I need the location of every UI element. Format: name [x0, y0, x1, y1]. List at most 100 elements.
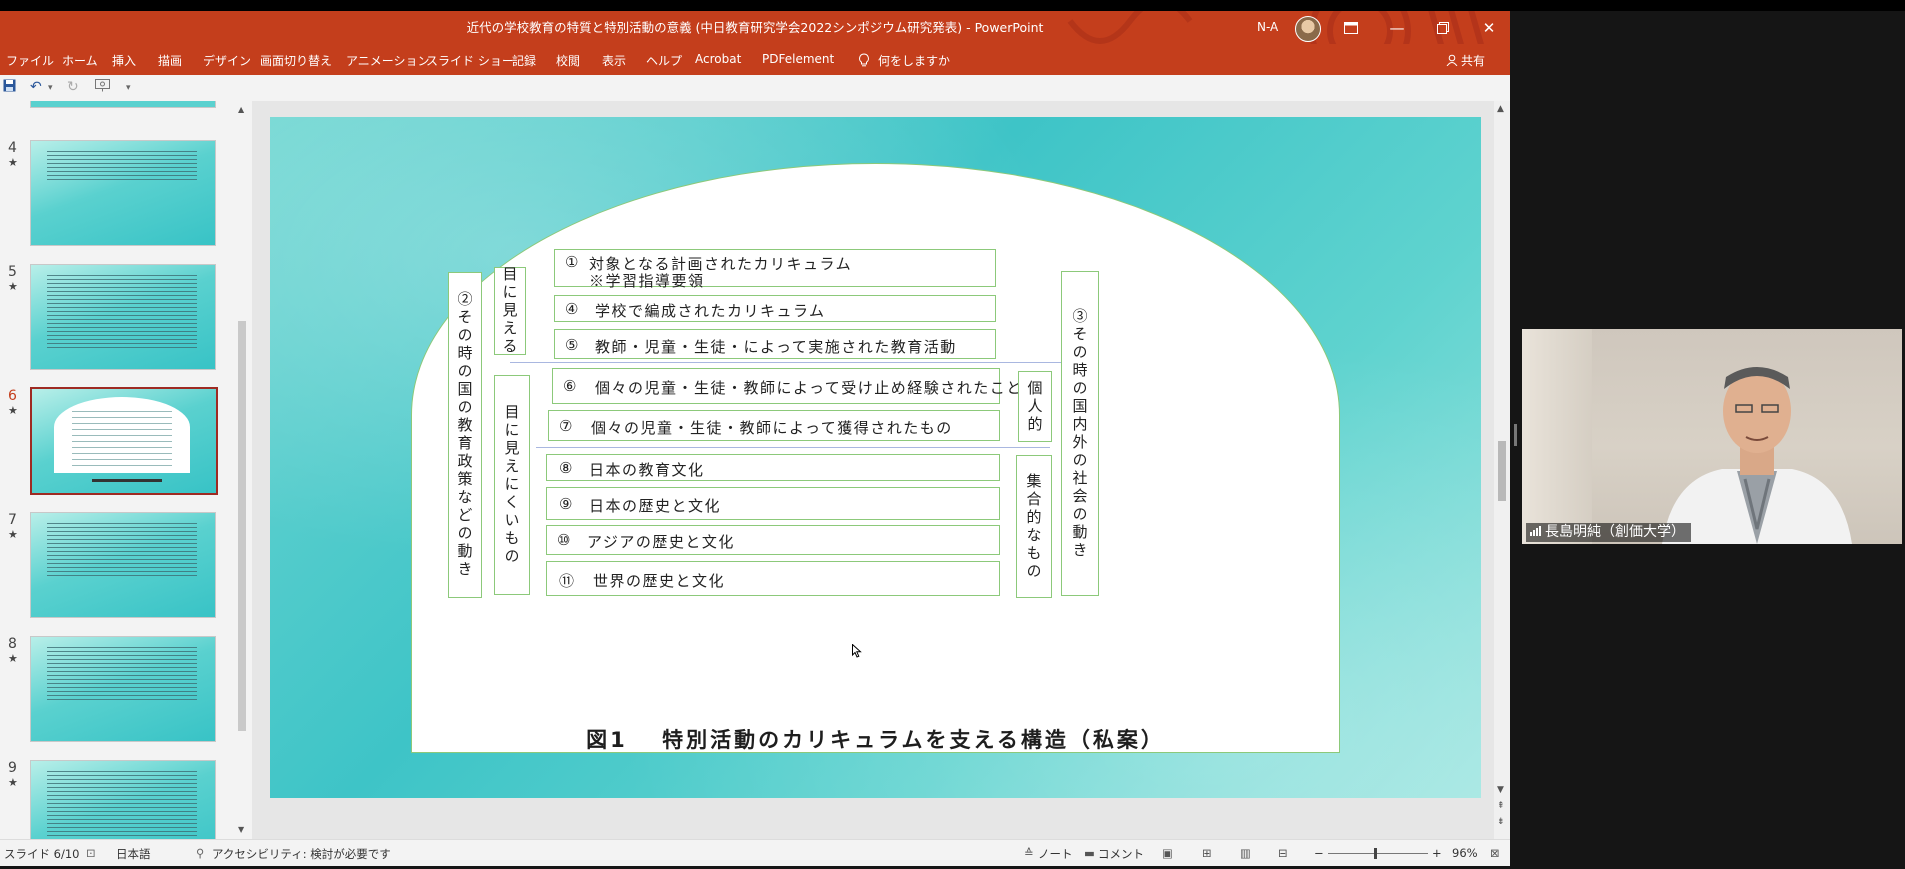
language-indicator[interactable]: 日本語	[116, 846, 151, 862]
customize-toolbar-icon[interactable]: ▾	[126, 83, 131, 93]
zoom-level[interactable]: 96%	[1452, 846, 1478, 860]
ribbon-display-button[interactable]	[1328, 11, 1374, 44]
tab-draw[interactable]: 描画	[158, 52, 182, 69]
thumbnail-number: 6	[8, 388, 17, 404]
item-5-number: ⑤	[565, 336, 580, 354]
tab-slideshow[interactable]: スライド ショー	[426, 52, 514, 69]
avatar[interactable]	[1295, 16, 1321, 42]
spell-check-icon[interactable]: ⊡	[86, 846, 96, 860]
scroll-up-icon[interactable]: ▲	[238, 105, 244, 114]
zoom-slider-thumb[interactable]	[1374, 848, 1377, 859]
item-5-box[interactable]: ⑤ 教師・児童・生徒・によって実施された教育活動	[554, 329, 996, 359]
quick-access-toolbar: ↶ ▾ ↻ ▾	[0, 75, 1510, 102]
item-4-text: 学校で編成されたカリキュラム	[595, 302, 826, 320]
share-button[interactable]: 共有	[1446, 52, 1485, 69]
tab-view[interactable]: 表示	[602, 52, 626, 69]
tab-home[interactable]: ホーム	[62, 52, 98, 69]
item-9-number: ⑨	[559, 495, 574, 513]
tab-animations[interactable]: アニメーション	[346, 52, 430, 69]
participant-name-label: 長島明純（創価大学）	[1526, 523, 1691, 542]
tab-record[interactable]: 記録	[512, 52, 536, 69]
item-10-box[interactable]: ⑩ アジアの歴史と文化	[546, 525, 1000, 555]
invisible-box[interactable]: 目に見えにくいもの	[494, 375, 530, 595]
undo-icon[interactable]: ↶	[30, 79, 42, 95]
scroll-down-icon[interactable]: ▼	[238, 825, 244, 834]
item-1-number: ①	[565, 253, 580, 271]
slide-scrollbar[interactable]: ▲ ▼ ⇞ ⇟	[1494, 101, 1510, 839]
thumbnail-slide-6[interactable]	[30, 387, 218, 495]
scroll-down-icon[interactable]: ▼	[1497, 785, 1504, 795]
ribbon-display-icon	[1344, 21, 1358, 34]
item-6-number: ⑥	[563, 377, 578, 395]
tab-insert[interactable]: 挿入	[112, 52, 136, 69]
item-1-box[interactable]: ① 対象となる計画されたカリキュラム ※学習指導要領	[554, 249, 996, 290]
tell-me-label: 何をしますか	[878, 54, 951, 68]
accessibility-status[interactable]: アクセシビリティ: 検討が必要です	[212, 846, 391, 862]
panel-resize-handle[interactable]	[1514, 424, 1517, 446]
redo-icon[interactable]: ↻	[67, 79, 79, 95]
zoom-out-button[interactable]: −	[1314, 846, 1324, 860]
restore-button[interactable]	[1420, 11, 1466, 44]
normal-view-icon[interactable]: ▣	[1162, 846, 1173, 860]
thumbnail-scrollbar[interactable]: ▲ ▼	[234, 101, 250, 839]
user-initials[interactable]: N-A	[1257, 20, 1278, 34]
thumbnail-slide-8[interactable]	[30, 636, 216, 742]
slide-sorter-icon[interactable]: ⊞	[1202, 846, 1212, 860]
item-4-box[interactable]: ④ 学校で編成されたカリキュラム	[554, 295, 996, 322]
restore-icon	[1437, 21, 1449, 34]
powerpoint-window: 近代の学校教育の特質と特別活動の意義 (中日教育研究学会2022シンポジウム研究…	[0, 11, 1510, 866]
tab-transitions[interactable]: 画面切り替え	[260, 52, 332, 69]
minimize-button[interactable]: —	[1374, 11, 1420, 44]
slide-thumbnails-pane: 4 ★ 5 ★ 6 ★ 7 ★ 8 ★ 9 ★ ▲ ▼	[0, 101, 252, 839]
tab-help[interactable]: ヘルプ	[646, 52, 682, 69]
item-10-number: ⑩	[557, 531, 572, 549]
thumbnail-slide-4[interactable]	[30, 140, 216, 246]
share-label: 共有	[1461, 54, 1486, 68]
present-from-start-icon[interactable]	[95, 79, 110, 96]
video-participant-tile[interactable]: 長島明純（創価大学）	[1522, 329, 1902, 544]
screen-top-edge	[0, 0, 1905, 11]
undo-dropdown-icon[interactable]: ▾	[48, 83, 53, 93]
tab-review[interactable]: 校閲	[556, 52, 580, 69]
individual-box[interactable]: 個人的	[1018, 371, 1052, 442]
item-6-box[interactable]: ⑥ 個々の児童・生徒・教師によって受け止め経験されたこと	[552, 368, 1021, 404]
tab-acrobat[interactable]: Acrobat	[695, 52, 741, 66]
collective-box[interactable]: 集合的なもの	[1016, 455, 1052, 598]
tab-pdfelement[interactable]: PDFelement	[762, 52, 834, 66]
individual-box-text: 個人的	[1025, 379, 1044, 434]
item-11-box[interactable]: ⑪ 世界の歴史と文化	[546, 561, 1000, 596]
item-11-number: ⑪	[559, 572, 576, 590]
window-title: 近代の学校教育の特質と特別活動の意義 (中日教育研究学会2022シンポジウム研究…	[466, 20, 1044, 35]
next-slide-icon[interactable]: ⇟	[1497, 817, 1505, 827]
right-box-society[interactable]: ③その時の国内外の社会の動き	[1061, 271, 1099, 596]
left-box-policy[interactable]: ②その時の国の教育政策などの動き	[448, 272, 482, 598]
slide-canvas[interactable]: ②その時の国の教育政策などの動き 目に見える 目に見えにくいもの ① 対象となる…	[270, 117, 1481, 798]
thumbnail-number: 9	[8, 760, 17, 776]
visible-box[interactable]: 目に見える	[494, 266, 526, 356]
thumbnail-slide-5[interactable]	[30, 264, 216, 370]
fit-to-window-icon[interactable]: ⊠	[1490, 846, 1500, 860]
thumbnail-slide-7[interactable]	[30, 512, 216, 618]
item-9-box[interactable]: ⑨ 日本の歴史と文化	[546, 487, 1000, 520]
scroll-up-icon[interactable]: ▲	[1497, 104, 1504, 114]
accessibility-icon: ⚲	[196, 846, 205, 860]
item-8-box[interactable]: ⑧ 日本の教育文化	[546, 454, 1000, 481]
close-button[interactable]: ✕	[1466, 11, 1510, 44]
thumbnail-partial[interactable]	[30, 101, 216, 108]
thumbnail-slide-9[interactable]	[30, 760, 216, 839]
tab-file[interactable]: ファイル	[6, 52, 54, 69]
item-7-box[interactable]: ⑦ 個々の児童・生徒・教師によって獲得されたもの	[548, 410, 1000, 441]
tab-design[interactable]: デザイン	[203, 52, 251, 69]
zoom-in-button[interactable]: +	[1432, 846, 1442, 860]
save-icon[interactable]	[3, 79, 16, 96]
zoom-slider[interactable]	[1328, 853, 1428, 854]
tell-me-box[interactable]: 何をしますか	[858, 52, 950, 69]
slide-scroll-thumb[interactable]	[1498, 441, 1506, 501]
previous-slide-icon[interactable]: ⇞	[1497, 801, 1505, 811]
reading-view-icon[interactable]: ▥	[1240, 846, 1251, 860]
thumbnail-scroll-thumb[interactable]	[238, 321, 246, 731]
comments-button[interactable]: コメント	[1098, 846, 1144, 862]
slide-position: スライド 6/10	[4, 847, 80, 861]
notes-button[interactable]: ノート	[1038, 846, 1073, 862]
slideshow-view-icon[interactable]: ⊟	[1278, 846, 1288, 860]
